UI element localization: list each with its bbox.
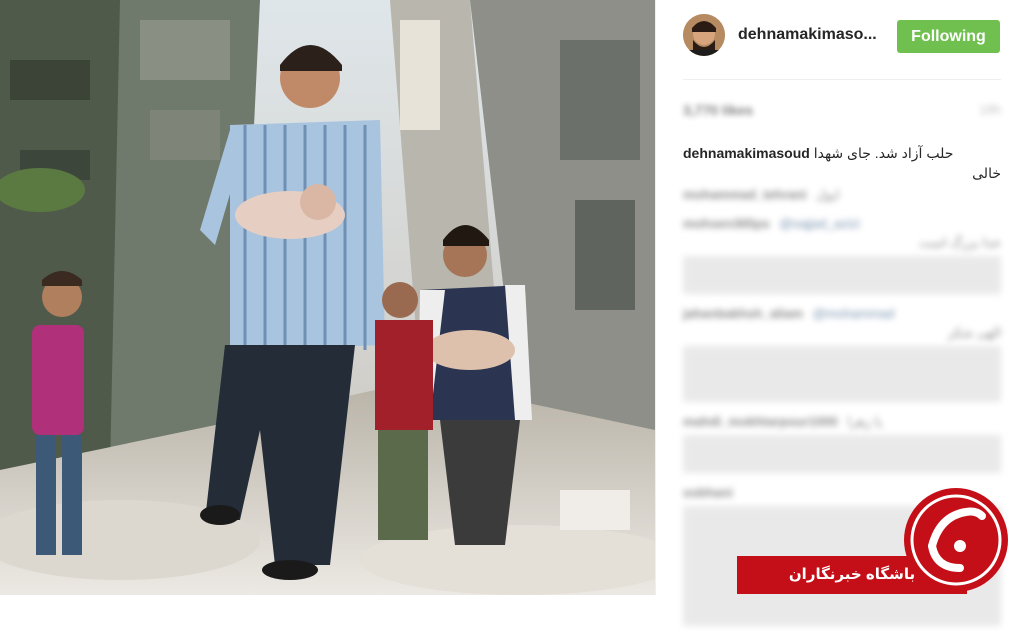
comment-text: الهی شکر (947, 325, 1001, 340)
comment-username[interactable]: mohammad_tehrani (683, 187, 807, 202)
post-photo-image (0, 0, 655, 595)
comment-mention[interactable]: @sajjad_azizi (779, 216, 859, 231)
likes-row: 3,770 likes 18h (683, 98, 1001, 122)
comment-text: خدا بزرگ است (919, 235, 1001, 250)
avatar-image (683, 14, 725, 56)
comment-username[interactable]: mohsen365ps (683, 216, 770, 231)
header-divider (683, 79, 1001, 80)
comment-text: ایول (816, 187, 840, 202)
following-button[interactable]: Following (897, 20, 1000, 53)
comment-username[interactable]: sobhani (683, 485, 733, 500)
caption: dehnamakimasoud حلب آزاد شد. جای شهدا خا… (683, 143, 1001, 183)
caption-username[interactable]: dehnamakimasoud (683, 145, 810, 161)
username[interactable]: dehnamakimaso... (738, 26, 877, 44)
comment-item: mohsen365ps @sajjad_azizi خدا بزرگ است (683, 214, 1001, 294)
comment-blurred-block (683, 435, 1001, 473)
caption-text-line2: خالی (972, 165, 1001, 181)
comment-blurred-block (683, 256, 1001, 294)
comment-username[interactable]: mahdi_mokhtarpour1000 (683, 414, 838, 429)
likes-count[interactable]: 3,770 likes (683, 102, 753, 118)
post-date[interactable]: 18h (979, 102, 1001, 117)
comment-mention[interactable]: @mohammad (813, 306, 895, 321)
caption-text-line1: حلب آزاد شد. جای شهدا (813, 145, 954, 161)
comment-item: mohammad_tehrani ایول (683, 185, 1001, 204)
avatar[interactable] (683, 14, 725, 56)
comment-item: mahdi_mokhtarpour1000 یا زهرا (683, 412, 1001, 473)
watermark-text: باشگاه خبرنگاران (788, 566, 916, 583)
comment-item: jahanbakhsh_aliam @mohammad الهی شکر (683, 304, 1001, 402)
post-header: dehnamakimaso... Following (656, 0, 1010, 78)
brand-logo-icon (902, 486, 1010, 594)
post-photo[interactable] (0, 0, 655, 595)
comment-blurred-block (683, 346, 1001, 402)
comment-username[interactable]: jahanbakhsh_aliam (683, 306, 803, 321)
comment-text: یا زهرا (847, 414, 883, 429)
